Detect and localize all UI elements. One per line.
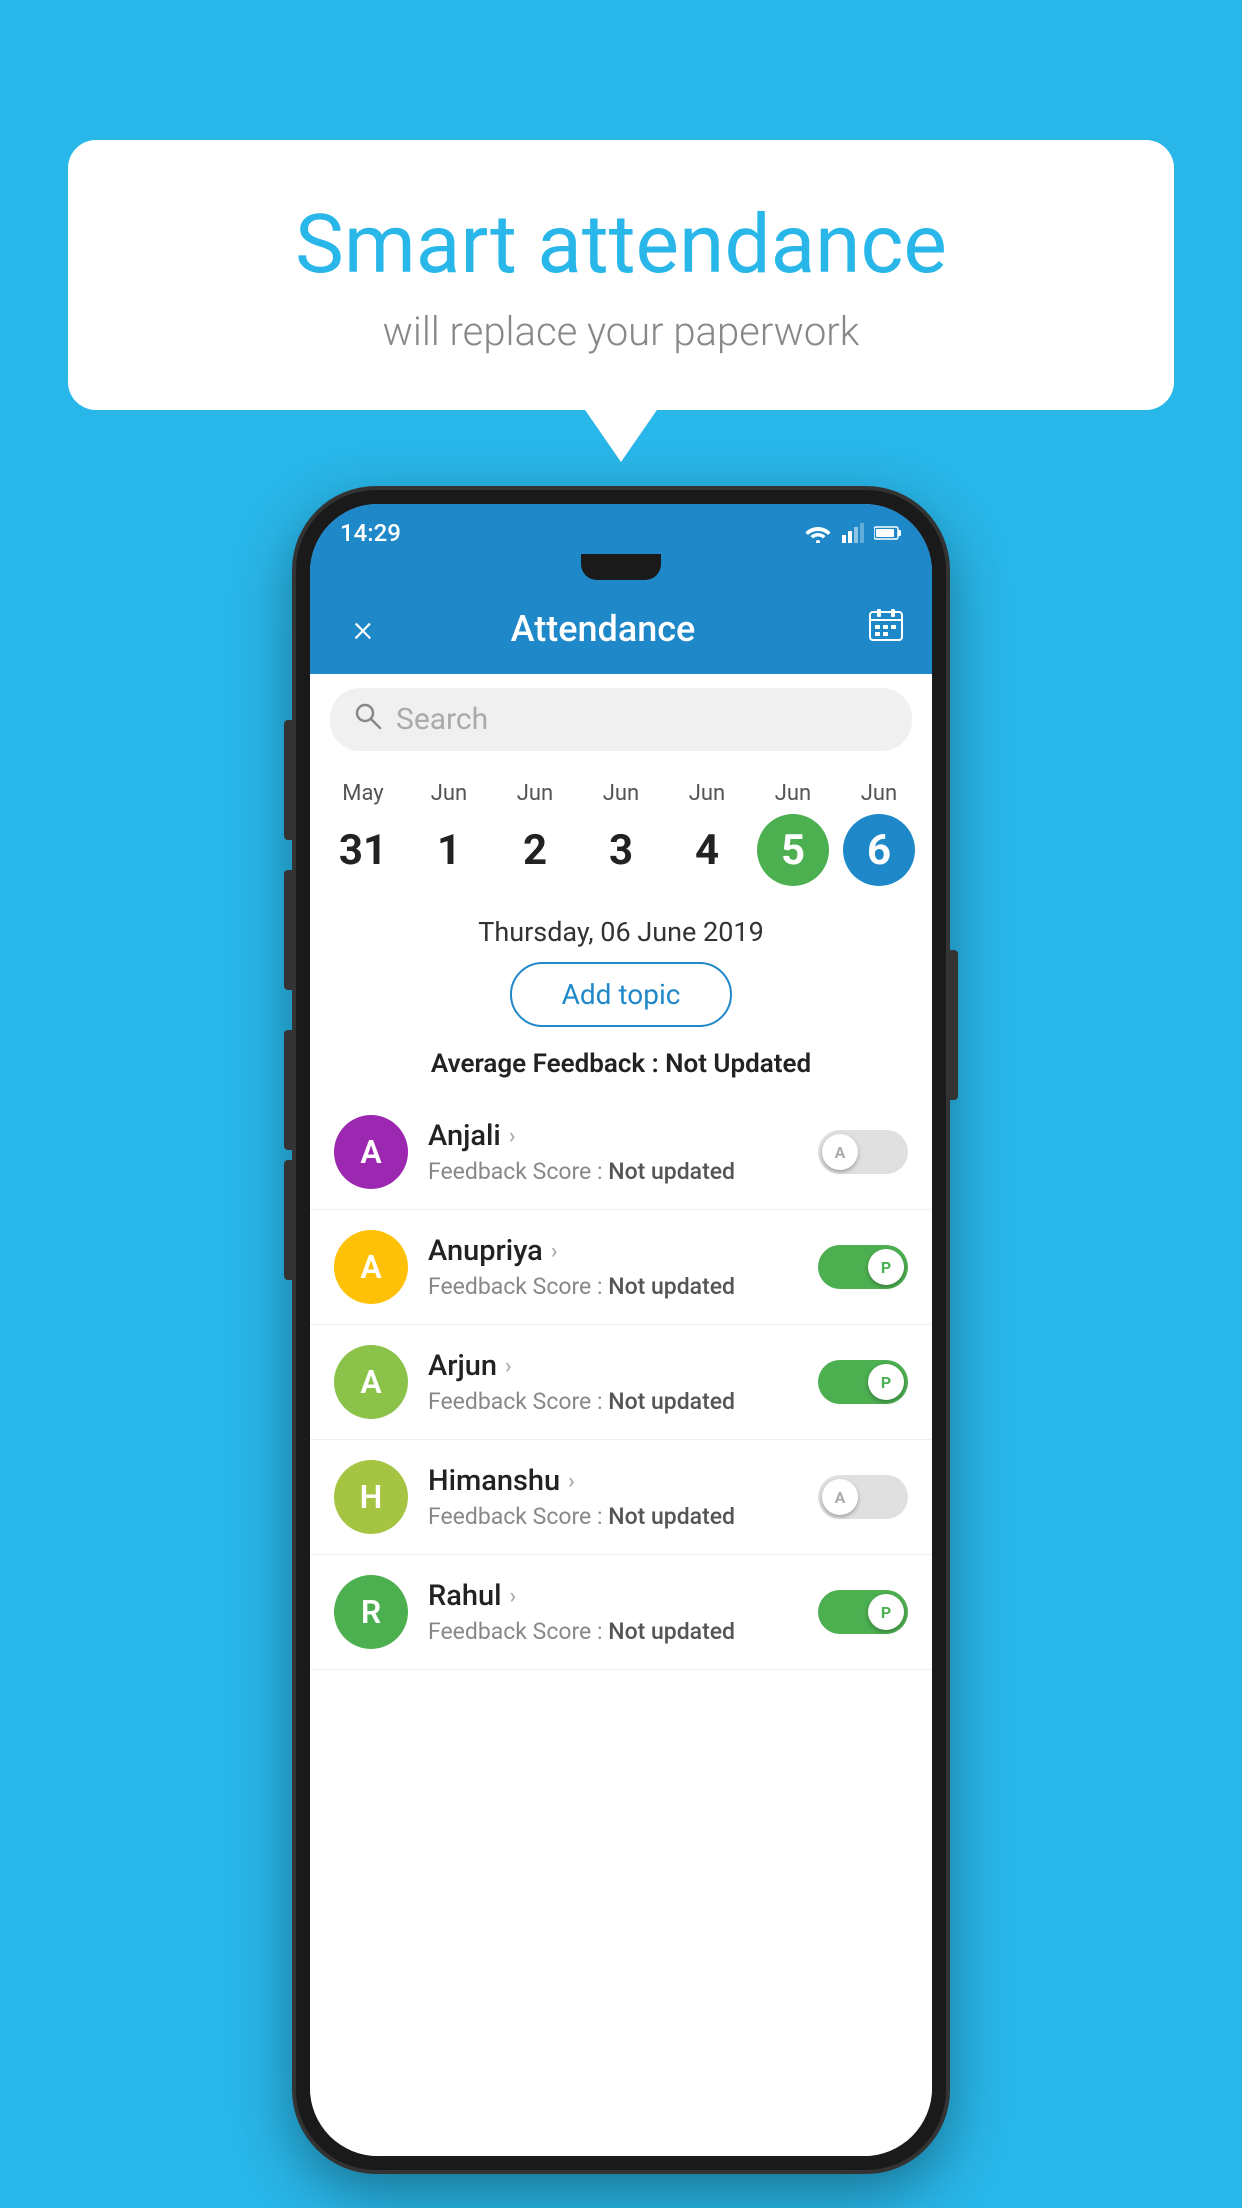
- feedback-value: Not updated: [608, 1273, 735, 1300]
- chevron-right-icon: ›: [510, 1584, 517, 1609]
- student-info: Arjun › Feedback Score : Not updated: [428, 1349, 798, 1415]
- date-number[interactable]: 4: [671, 814, 743, 886]
- student-feedback: Feedback Score : Not updated: [428, 1618, 798, 1645]
- toggle-wrap[interactable]: P: [818, 1590, 908, 1634]
- avg-feedback-prefix: Average Feedback :: [431, 1049, 665, 1079]
- date-number[interactable]: 1: [413, 814, 485, 886]
- toggle-circle: A: [822, 1134, 858, 1170]
- student-info: Anjali › Feedback Score : Not updated: [428, 1119, 798, 1185]
- toggle-wrap[interactable]: A: [818, 1475, 908, 1519]
- calendar-date-item[interactable]: Jun 4: [671, 781, 743, 886]
- date-number[interactable]: 31: [327, 814, 399, 886]
- attendance-toggle[interactable]: A: [818, 1130, 908, 1174]
- date-number[interactable]: 3: [585, 814, 657, 886]
- list-item[interactable]: A Anjali › Feedback Score : Not updated A: [310, 1095, 932, 1210]
- battery-icon: [874, 525, 902, 541]
- speech-bubble-container: Smart attendance will replace your paper…: [68, 140, 1174, 410]
- avg-feedback: Average Feedback : Not Updated: [310, 1041, 932, 1095]
- feedback-value: Not updated: [608, 1388, 735, 1415]
- student-list: AAnjali ›Feedback Score : Not updatedAAA…: [310, 1095, 932, 2156]
- status-icons: [804, 523, 902, 543]
- date-number[interactable]: 6: [843, 814, 915, 886]
- attendance-toggle[interactable]: P: [818, 1245, 908, 1289]
- student-name: Anjali ›: [428, 1119, 798, 1153]
- add-topic-container: Add topic: [310, 952, 932, 1041]
- attendance-toggle[interactable]: A: [818, 1475, 908, 1519]
- notch: [581, 554, 661, 580]
- wifi-icon: [804, 523, 832, 543]
- feedback-value: Not updated: [608, 1618, 735, 1645]
- search-input[interactable]: Search: [396, 702, 488, 737]
- student-name: Anupriya ›: [428, 1234, 798, 1268]
- student-info: Himanshu › Feedback Score : Not updated: [428, 1464, 798, 1530]
- calendar-date-item[interactable]: Jun 1: [413, 781, 485, 886]
- feedback-value: Not updated: [608, 1158, 735, 1185]
- date-month-label: Jun: [603, 781, 639, 806]
- avatar: A: [334, 1115, 408, 1189]
- date-month-label: Jun: [689, 781, 725, 806]
- student-name: Arjun ›: [428, 1349, 798, 1383]
- phone-screen: 14:29: [310, 504, 932, 2156]
- search-icon: [354, 702, 382, 737]
- selected-date-label: Thursday, 06 June 2019: [310, 906, 932, 952]
- date-month-label: May: [342, 781, 383, 806]
- toggle-circle: A: [822, 1479, 858, 1515]
- calendar-date-item[interactable]: Jun 6: [843, 781, 915, 886]
- toggle-wrap[interactable]: P: [818, 1245, 908, 1289]
- chevron-right-icon: ›: [568, 1469, 575, 1494]
- feedback-value: Not updated: [608, 1503, 735, 1530]
- date-month-label: Jun: [775, 781, 811, 806]
- avatar: R: [334, 1575, 408, 1649]
- chevron-right-icon: ›: [551, 1239, 558, 1264]
- student-feedback: Feedback Score : Not updated: [428, 1503, 798, 1530]
- bubble-subtitle: will replace your paperwork: [128, 308, 1114, 355]
- calendar-icon[interactable]: [868, 607, 904, 651]
- student-name: Himanshu ›: [428, 1464, 798, 1498]
- calendar-strip: May 31 Jun 1 Jun 2 Jun 3 Jun 4 Jun 5 Jun 6: [310, 765, 932, 906]
- date-month-label: Jun: [431, 781, 467, 806]
- calendar-date-item[interactable]: Jun 3: [585, 781, 657, 886]
- date-number[interactable]: 2: [499, 814, 571, 886]
- avatar: A: [334, 1345, 408, 1419]
- student-feedback: Feedback Score : Not updated: [428, 1273, 798, 1300]
- student-info: Rahul › Feedback Score : Not updated: [428, 1579, 798, 1645]
- toggle-circle: P: [868, 1594, 904, 1630]
- date-month-label: Jun: [517, 781, 553, 806]
- avatar: H: [334, 1460, 408, 1534]
- bubble-title: Smart attendance: [128, 200, 1114, 290]
- signal-icon: [842, 523, 864, 543]
- header-title: Attendance: [338, 608, 868, 650]
- list-item[interactable]: H Himanshu › Feedback Score : Not updated A: [310, 1440, 932, 1555]
- toggle-circle: P: [868, 1249, 904, 1285]
- attendance-toggle[interactable]: P: [818, 1590, 908, 1634]
- list-item[interactable]: A Anupriya › Feedback Score : Not updated P: [310, 1210, 932, 1325]
- add-topic-button[interactable]: Add topic: [510, 962, 733, 1027]
- phone-frame: 14:29: [296, 490, 946, 2170]
- calendar-date-item[interactable]: May 31: [327, 781, 399, 886]
- chevron-right-icon: ›: [509, 1124, 516, 1149]
- status-time: 14:29: [340, 519, 804, 547]
- toggle-wrap[interactable]: P: [818, 1360, 908, 1404]
- student-info: Anupriya › Feedback Score : Not updated: [428, 1234, 798, 1300]
- toggle-circle: P: [868, 1364, 904, 1400]
- student-feedback: Feedback Score : Not updated: [428, 1388, 798, 1415]
- calendar-date-item[interactable]: Jun 5: [757, 781, 829, 886]
- speech-bubble: Smart attendance will replace your paper…: [68, 140, 1174, 410]
- toggle-wrap[interactable]: A: [818, 1130, 908, 1174]
- date-number[interactable]: 5: [757, 814, 829, 886]
- attendance-toggle[interactable]: P: [818, 1360, 908, 1404]
- list-item[interactable]: A Arjun › Feedback Score : Not updated P: [310, 1325, 932, 1440]
- student-feedback: Feedback Score : Not updated: [428, 1158, 798, 1185]
- avatar: A: [334, 1230, 408, 1304]
- avg-feedback-value: Not Updated: [665, 1049, 811, 1079]
- student-name: Rahul ›: [428, 1579, 798, 1613]
- app-header: × Attendance: [310, 584, 932, 674]
- chevron-right-icon: ›: [505, 1354, 512, 1379]
- date-month-label: Jun: [861, 781, 897, 806]
- list-item[interactable]: R Rahul › Feedback Score : Not updated P: [310, 1555, 932, 1670]
- search-container: Search: [310, 674, 932, 765]
- notch-area: [310, 554, 932, 584]
- search-bar[interactable]: Search: [330, 688, 912, 751]
- calendar-date-item[interactable]: Jun 2: [499, 781, 571, 886]
